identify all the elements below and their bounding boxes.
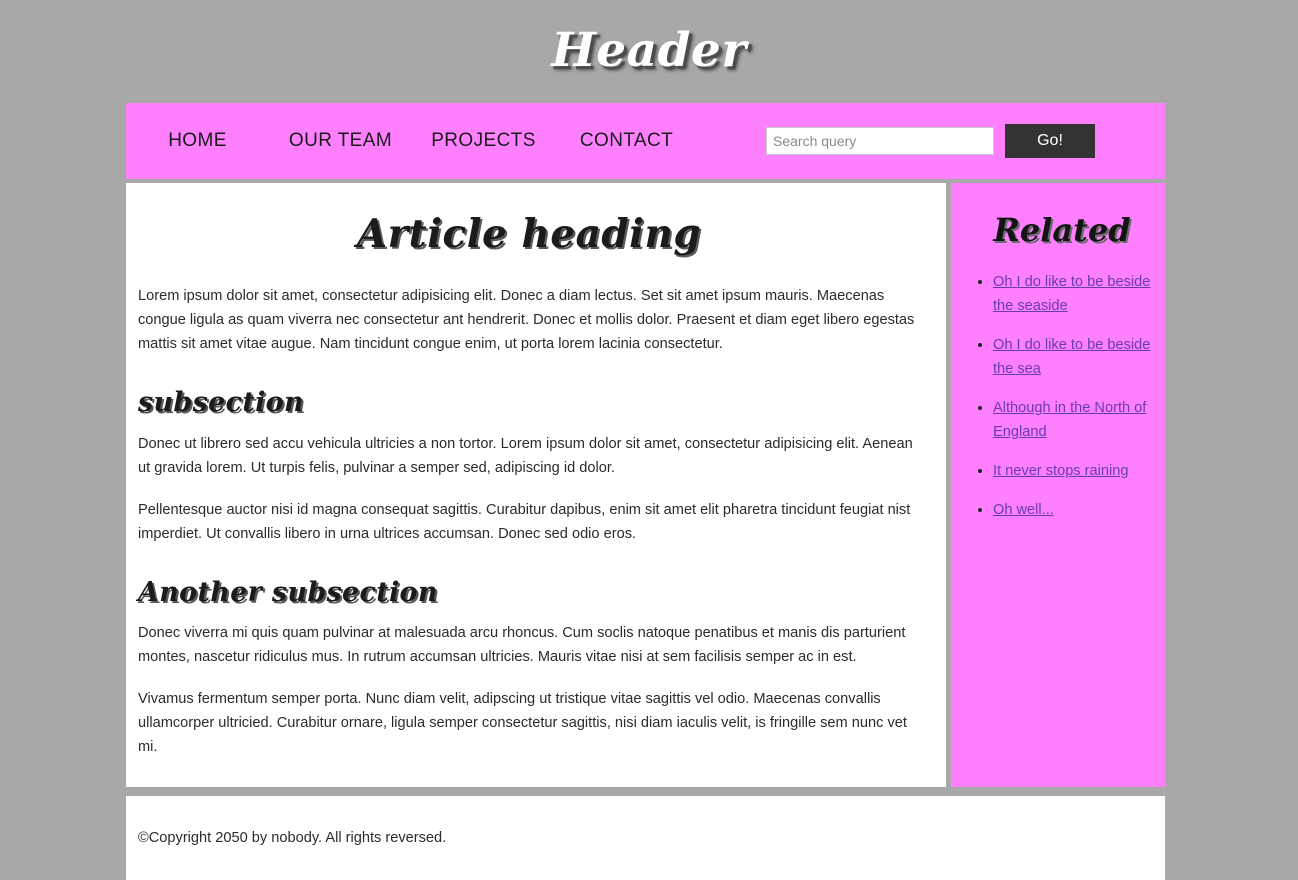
related-link-sea[interactable]: Oh I do like to be beside the sea [993,337,1150,377]
related-link-seaside[interactable]: Oh I do like to be beside the seaside [993,274,1150,314]
article-inner: Article heading Lorem ipsum dolor sit am… [138,213,920,759]
nav-item-our-team: OUR TEAM [269,124,412,158]
related-link-list: Oh I do like to be beside the seaside Oh… [967,270,1157,522]
related-sidebar: Related Oh I do like to be beside the se… [951,183,1165,788]
footer-copyright: ©Copyright 2050 by nobody. All rights re… [138,830,447,847]
list-item: Although in the North of England [993,396,1157,444]
related-link-never-stops-raining[interactable]: It never stops raining [993,463,1128,479]
site-title: Header [551,22,747,78]
list-item: It never stops raining [993,459,1157,483]
list-item: Oh I do like to be beside the sea [993,333,1157,381]
article-intro-paragraph: Lorem ipsum dolor sit amet, consectetur … [138,287,915,352]
article-paragraph: Donec viverra mi quis quam pulvinar at m… [138,625,906,666]
article-content: Article heading Lorem ipsum dolor sit am… [126,183,946,788]
page-container: HOME OUR TEAM PROJECTS CONTACT Go! [126,103,1165,880]
article-paragraph: Vivamus fermentum semper porta. Nunc dia… [138,691,907,756]
search-go-button[interactable]: Go! [1005,124,1095,158]
article-heading: Article heading [356,211,702,257]
article-paragraph: Donec ut librero sed accu vehicula ultri… [138,435,913,476]
search-form: Go! [766,124,1095,158]
page-root: Header HOME OUR TEAM PROJECTS CONTACT Se… [0,0,1298,880]
related-link-oh-well[interactable]: Oh well... [993,502,1054,518]
related-link-north-of-england[interactable]: Although in the North of England [993,400,1146,440]
nav-link-home[interactable]: HOME [126,124,269,158]
nav-link-contact[interactable]: CONTACT [555,124,698,158]
main-navigation: HOME OUR TEAM PROJECTS CONTACT Go! [126,103,1165,179]
related-heading: Related [993,211,1131,249]
list-item: Oh I do like to be beside the seaside [993,270,1157,318]
nav-item-projects: PROJECTS [412,124,555,158]
list-item: Oh well... [993,498,1157,522]
search-input[interactable] [766,127,994,155]
content-row: Article heading Lorem ipsum dolor sit am… [126,183,1165,788]
nav-item-contact: CONTACT [555,124,698,158]
article-subsection-heading-2: Another subsection [138,576,438,608]
article-paragraph: Pellentesque auctor nisi id magna conseq… [138,501,911,542]
site-header: Header [0,0,1298,100]
nav-link-list: HOME OUR TEAM PROJECTS CONTACT [126,124,698,158]
article-subsection-heading-1: subsection [138,386,304,418]
site-footer: ©Copyright 2050 by nobody. All rights re… [126,796,1165,880]
nav-link-projects[interactable]: PROJECTS [412,124,555,158]
nav-link-our-team[interactable]: OUR TEAM [269,124,412,158]
nav-item-home: HOME [126,124,269,158]
